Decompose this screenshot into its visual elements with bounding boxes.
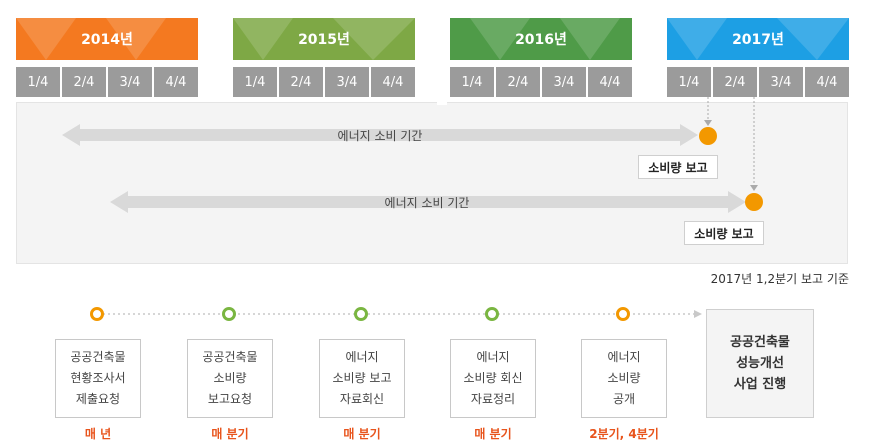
quarter-cell: 3/4	[759, 67, 803, 97]
step-frequency: 매 분기	[211, 427, 249, 441]
step-box-3: 에너지 소비량 보고 자료회신	[319, 339, 405, 418]
step-text: 에너지	[607, 350, 641, 364]
year-label: 2014년	[81, 32, 133, 48]
step-text: 소비량	[213, 371, 247, 385]
report-point-2	[745, 193, 763, 211]
quarter-cell: 2/4	[496, 67, 540, 97]
step-text: 소비량 보고	[332, 371, 392, 385]
step-box-2: 공공건축물 소비량 보고요청	[187, 339, 273, 418]
step-frequency: 매 년	[84, 427, 112, 441]
quarter-cell: 4/4	[588, 67, 632, 97]
final-text: 공공건축물	[730, 335, 790, 350]
step-text: 에너지	[345, 350, 379, 364]
step-frequency: 2분기, 4분기	[589, 427, 659, 441]
quarter-cell: 4/4	[371, 67, 415, 97]
year-2015: 2015년	[233, 18, 415, 60]
process-arrowhead	[694, 310, 702, 318]
step-box-1: 공공건축물 현황조사서 제출요청	[55, 339, 141, 418]
final-step-box: 공공건축물 성능개선 사업 진행	[706, 309, 814, 418]
quarter-cell: 1/4	[450, 67, 494, 97]
panel-notch	[437, 97, 447, 105]
quarter-cell: 1/4	[667, 67, 711, 97]
step-text: 제출요청	[75, 392, 121, 406]
year-label: 2016년	[515, 32, 567, 48]
step-circle	[616, 307, 630, 321]
report-point-1	[699, 127, 717, 145]
quarter-cell: 4/4	[154, 67, 198, 97]
step-text: 공공건축물	[202, 350, 258, 364]
step-circle	[354, 307, 368, 321]
year-2016: 2016년	[450, 18, 632, 60]
step-text: 소비량 회신	[463, 371, 523, 385]
step-text: 소비량	[607, 371, 641, 385]
step-circle	[90, 307, 104, 321]
quarter-cell: 2/4	[62, 67, 106, 97]
quarter-cell: 3/4	[325, 67, 369, 97]
quarter-cell: 2/4	[279, 67, 323, 97]
energy-period-label-2: 에너지 소비 기간	[384, 196, 470, 210]
step-text: 공공건축물	[70, 350, 126, 364]
year-2017: 2017년	[667, 18, 849, 60]
step-text: 자료정리	[470, 392, 516, 406]
step-frequency: 매 분기	[474, 427, 512, 441]
quarter-cell: 3/4	[542, 67, 586, 97]
step-circle	[222, 307, 236, 321]
basis-note: 2017년 1,2분기 보고 기준	[710, 272, 849, 286]
step-frequency: 매 분기	[343, 427, 381, 441]
year-2014: 2014년	[16, 18, 198, 60]
year-label: 2017년	[732, 32, 784, 48]
step-text: 자료회신	[339, 392, 385, 406]
quarter-cell: 1/4	[16, 67, 60, 97]
step-text: 공개	[612, 392, 636, 406]
step-box-5: 에너지 소비량 공개	[581, 339, 667, 418]
final-text: 성능개선	[736, 356, 784, 371]
report-label-2: 소비량 보고	[684, 221, 764, 245]
step-circle	[485, 307, 499, 321]
step-box-4: 에너지 소비량 회신 자료정리	[450, 339, 536, 418]
quarter-cell: 4/4	[805, 67, 849, 97]
report-label-1: 소비량 보고	[638, 155, 718, 179]
final-text: 사업 진행	[733, 377, 787, 392]
step-text: 보고요청	[207, 392, 253, 406]
step-text: 에너지	[476, 350, 510, 364]
quarter-cell: 3/4	[108, 67, 152, 97]
step-text: 현황조사서	[70, 371, 126, 385]
quarter-cell: 2/4	[713, 67, 757, 97]
quarter-cell: 1/4	[233, 67, 277, 97]
energy-period-label-1: 에너지 소비 기간	[337, 129, 423, 143]
year-label: 2015년	[298, 32, 350, 48]
